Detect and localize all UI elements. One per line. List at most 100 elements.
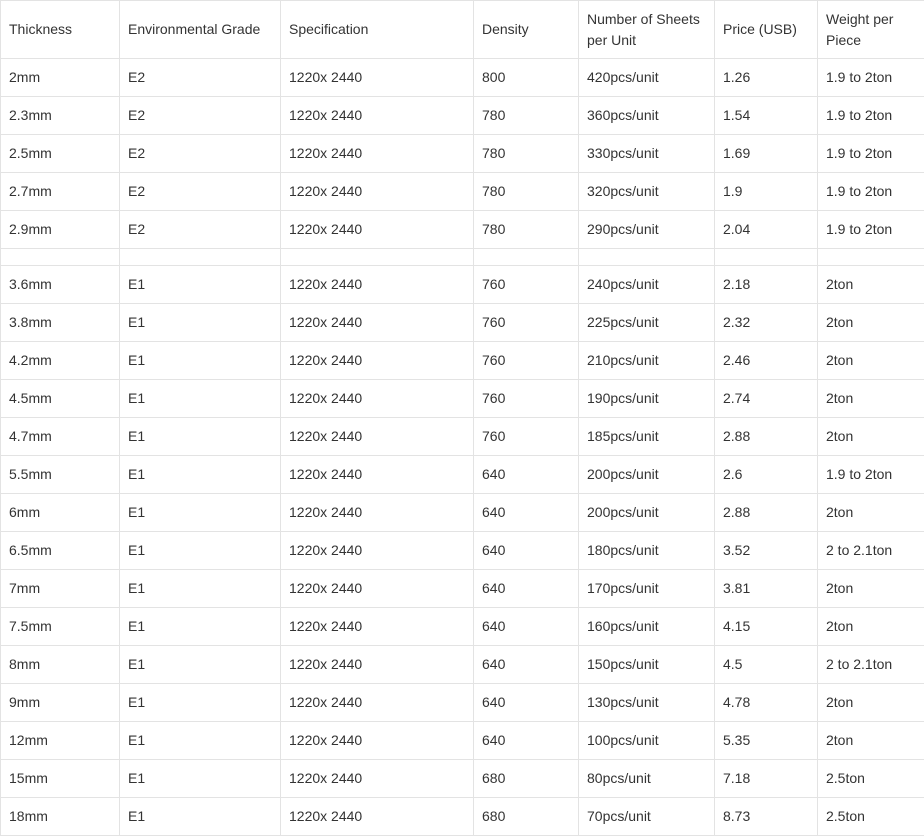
cell-price: 2.6: [715, 456, 818, 494]
cell-density: 680: [474, 760, 579, 798]
cell-price: 1.54: [715, 97, 818, 135]
cell-thickness: 2.9mm: [1, 211, 120, 249]
table-row: 12mmE11220x 2440640100pcs/unit5.352ton: [1, 722, 924, 760]
cell-weight-per-piece: 2ton: [818, 418, 924, 456]
table-row: 2.9mmE21220x 2440780290pcs/unit2.041.9 t…: [1, 211, 924, 249]
cell-environmental-grade: E1: [120, 380, 281, 418]
cell-price: 2.88: [715, 494, 818, 532]
cell-environmental-grade: E2: [120, 97, 281, 135]
cell-density: 640: [474, 684, 579, 722]
cell-thickness: 2.7mm: [1, 173, 120, 211]
empty-cell: [818, 249, 924, 266]
table-row: 2mmE21220x 2440800420pcs/unit1.261.9 to …: [1, 59, 924, 97]
cell-specification: 1220x 2440: [281, 211, 474, 249]
cell-thickness: 6.5mm: [1, 532, 120, 570]
cell-thickness: 5.5mm: [1, 456, 120, 494]
empty-cell: [715, 249, 818, 266]
cell-sheets-per-unit: 200pcs/unit: [579, 456, 715, 494]
cell-environmental-grade: E1: [120, 532, 281, 570]
cell-thickness: 3.8mm: [1, 304, 120, 342]
cell-sheets-per-unit: 225pcs/unit: [579, 304, 715, 342]
cell-sheets-per-unit: 160pcs/unit: [579, 608, 715, 646]
cell-weight-per-piece: 1.9 to 2ton: [818, 97, 924, 135]
table-row: 6mmE11220x 2440640200pcs/unit2.882ton: [1, 494, 924, 532]
cell-specification: 1220x 2440: [281, 646, 474, 684]
empty-cell: [281, 249, 474, 266]
cell-price: 1.9: [715, 173, 818, 211]
cell-density: 640: [474, 494, 579, 532]
header-thickness: Thickness: [1, 1, 120, 59]
cell-price: 3.52: [715, 532, 818, 570]
cell-weight-per-piece: 2.5ton: [818, 798, 924, 836]
cell-price: 4.15: [715, 608, 818, 646]
cell-thickness: 2.3mm: [1, 97, 120, 135]
cell-sheets-per-unit: 320pcs/unit: [579, 173, 715, 211]
cell-price: 3.81: [715, 570, 818, 608]
cell-price: 4.78: [715, 684, 818, 722]
cell-environmental-grade: E2: [120, 59, 281, 97]
table-row: 3.8mmE11220x 2440760225pcs/unit2.322ton: [1, 304, 924, 342]
cell-specification: 1220x 2440: [281, 418, 474, 456]
empty-cell: [1, 249, 120, 266]
header-weight-per-piece: Weight per Piece: [818, 1, 924, 59]
cell-environmental-grade: E1: [120, 494, 281, 532]
cell-specification: 1220x 2440: [281, 59, 474, 97]
cell-environmental-grade: E1: [120, 760, 281, 798]
cell-environmental-grade: E1: [120, 684, 281, 722]
cell-specification: 1220x 2440: [281, 380, 474, 418]
cell-weight-per-piece: 2ton: [818, 304, 924, 342]
cell-environmental-grade: E2: [120, 211, 281, 249]
table-row: 2.3mmE21220x 2440780360pcs/unit1.541.9 t…: [1, 97, 924, 135]
header-environmental-grade: Environmental Grade: [120, 1, 281, 59]
cell-environmental-grade: E1: [120, 798, 281, 836]
cell-weight-per-piece: 1.9 to 2ton: [818, 59, 924, 97]
cell-thickness: 18mm: [1, 798, 120, 836]
cell-price: 2.74: [715, 380, 818, 418]
cell-weight-per-piece: 1.9 to 2ton: [818, 135, 924, 173]
cell-environmental-grade: E1: [120, 722, 281, 760]
cell-specification: 1220x 2440: [281, 173, 474, 211]
cell-environmental-grade: E1: [120, 418, 281, 456]
table-row: 2.7mmE21220x 2440780320pcs/unit1.91.9 to…: [1, 173, 924, 211]
cell-specification: 1220x 2440: [281, 684, 474, 722]
cell-price: 7.18: [715, 760, 818, 798]
cell-sheets-per-unit: 330pcs/unit: [579, 135, 715, 173]
table-row: 2.5mmE21220x 2440780330pcs/unit1.691.9 t…: [1, 135, 924, 173]
cell-price: 5.35: [715, 722, 818, 760]
cell-weight-per-piece: 1.9 to 2ton: [818, 173, 924, 211]
table-row: 15mmE11220x 244068080pcs/unit7.182.5ton: [1, 760, 924, 798]
cell-specification: 1220x 2440: [281, 97, 474, 135]
cell-sheets-per-unit: 240pcs/unit: [579, 266, 715, 304]
cell-weight-per-piece: 2ton: [818, 380, 924, 418]
table-row: 3.6mmE11220x 2440760240pcs/unit2.182ton: [1, 266, 924, 304]
cell-sheets-per-unit: 130pcs/unit: [579, 684, 715, 722]
cell-weight-per-piece: 2 to 2.1ton: [818, 532, 924, 570]
header-specification: Specification: [281, 1, 474, 59]
cell-density: 780: [474, 135, 579, 173]
cell-sheets-per-unit: 210pcs/unit: [579, 342, 715, 380]
header-density: Density: [474, 1, 579, 59]
table-row: 5.5mmE11220x 2440640200pcs/unit2.61.9 to…: [1, 456, 924, 494]
cell-sheets-per-unit: 70pcs/unit: [579, 798, 715, 836]
cell-thickness: 7mm: [1, 570, 120, 608]
cell-environmental-grade: E1: [120, 304, 281, 342]
table-row: 4.7mmE11220x 2440760185pcs/unit2.882ton: [1, 418, 924, 456]
cell-density: 760: [474, 266, 579, 304]
cell-environmental-grade: E1: [120, 342, 281, 380]
cell-density: 780: [474, 97, 579, 135]
table-row: 7.5mmE11220x 2440640160pcs/unit4.152ton: [1, 608, 924, 646]
cell-weight-per-piece: 2ton: [818, 570, 924, 608]
cell-density: 640: [474, 532, 579, 570]
cell-specification: 1220x 2440: [281, 266, 474, 304]
header-sheets-per-unit: Number of Sheets per Unit: [579, 1, 715, 59]
header-row: Thickness Environmental Grade Specificat…: [1, 1, 924, 59]
cell-sheets-per-unit: 185pcs/unit: [579, 418, 715, 456]
cell-sheets-per-unit: 100pcs/unit: [579, 722, 715, 760]
cell-sheets-per-unit: 190pcs/unit: [579, 380, 715, 418]
cell-weight-per-piece: 2ton: [818, 342, 924, 380]
cell-specification: 1220x 2440: [281, 760, 474, 798]
cell-sheets-per-unit: 290pcs/unit: [579, 211, 715, 249]
header-price: Price (USB): [715, 1, 818, 59]
cell-specification: 1220x 2440: [281, 494, 474, 532]
cell-density: 640: [474, 608, 579, 646]
